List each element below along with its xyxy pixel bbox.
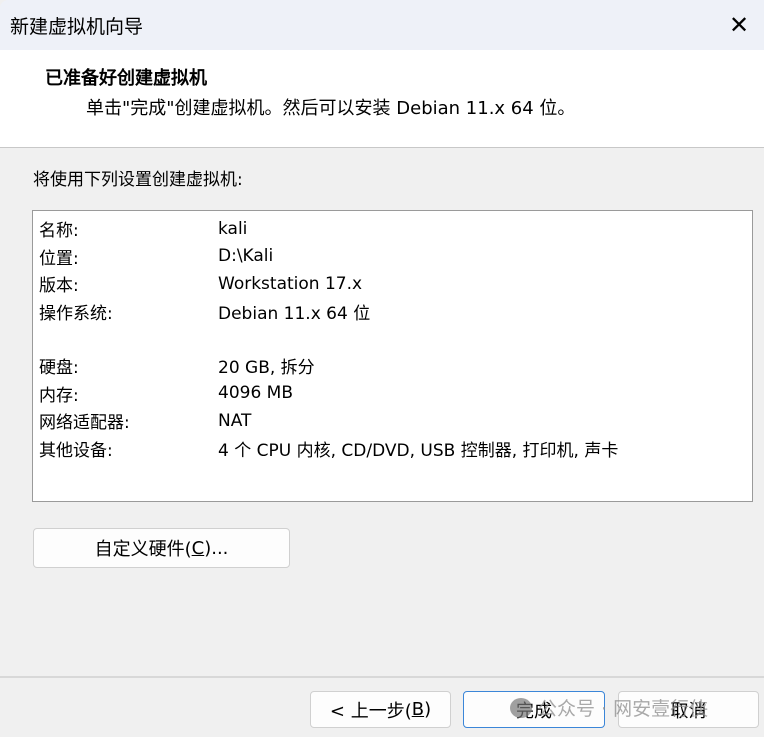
button-label: )... [204,537,229,559]
setting-key: 版本: [39,276,79,297]
button-label: 完成 [516,700,552,722]
divider [0,676,764,678]
finish-button[interactable]: 完成 [463,691,605,728]
setting-row: 版本: Workstation 17.x [33,270,752,298]
accelerator-key: C [191,537,205,559]
setting-value: Debian 11.x 64 位 [218,303,371,324]
setting-row: 硬盘: 20 GB, 拆分 [33,352,752,380]
setting-key: 网络适配器: [39,413,130,434]
setting-value: 4 个 CPU 内核, CD/DVD, USB 控制器, 打印机, 声卡 [218,440,619,461]
title-bar: 新建虚拟机向导 ✕ [0,0,764,50]
button-label: < 上一步( [329,700,412,722]
intro-text: 将使用下列设置创建虚拟机: [33,170,243,190]
setting-value: 4096 MB [218,383,293,404]
setting-value: 20 GB, 拆分 [218,358,315,379]
header-title: 已准备好创建虚拟机 [45,68,207,89]
setting-row: 位置: D:\Kali [33,243,752,271]
button-label: 自定义硬件( [94,539,192,560]
setting-key: 硬盘: [39,358,79,379]
setting-key: 名称: [39,221,79,242]
setting-row: 其他设备: 4 个 CPU 内核, CD/DVD, USB 控制器, 打印机, 声… [33,435,752,463]
window-title: 新建虚拟机向导 [10,16,144,38]
wizard-header: 已准备好创建虚拟机 单击"完成"创建虚拟机。然后可以安装 Debian 11.x… [0,50,764,148]
customize-hardware-button[interactable]: 自定义硬件(C)... [33,528,290,568]
close-icon[interactable]: ✕ [714,0,764,50]
setting-row: 操作系统: Debian 11.x 64 位 [33,298,752,326]
cancel-button[interactable]: 取消 [618,691,759,728]
setting-value: NAT [218,410,252,431]
header-subtitle: 单击"完成"创建虚拟机。然后可以安装 Debian 11.x 64 位。 [86,98,576,119]
settings-summary: 名称: kali 位置: D:\Kali 版本: Workstation 17.x 操… [32,210,753,502]
setting-value: Workstation 17.x [218,273,363,294]
setting-row: 名称: kali [33,215,752,243]
setting-key: 其他设备: [39,440,113,461]
button-label: 取消 [670,700,707,722]
setting-value: kali [218,218,248,239]
back-button[interactable]: < 上一步(B) [310,691,451,728]
setting-key: 内存: [39,385,79,406]
accelerator-key: B [411,699,425,720]
button-label: ) [424,699,432,720]
setting-value: D:\Kali [218,246,274,267]
setting-row: 内存: 4096 MB [33,380,752,408]
setting-row: 网络适配器: NAT [33,407,752,435]
setting-key: 位置: [39,248,79,269]
setting-key: 操作系统: [39,303,113,324]
